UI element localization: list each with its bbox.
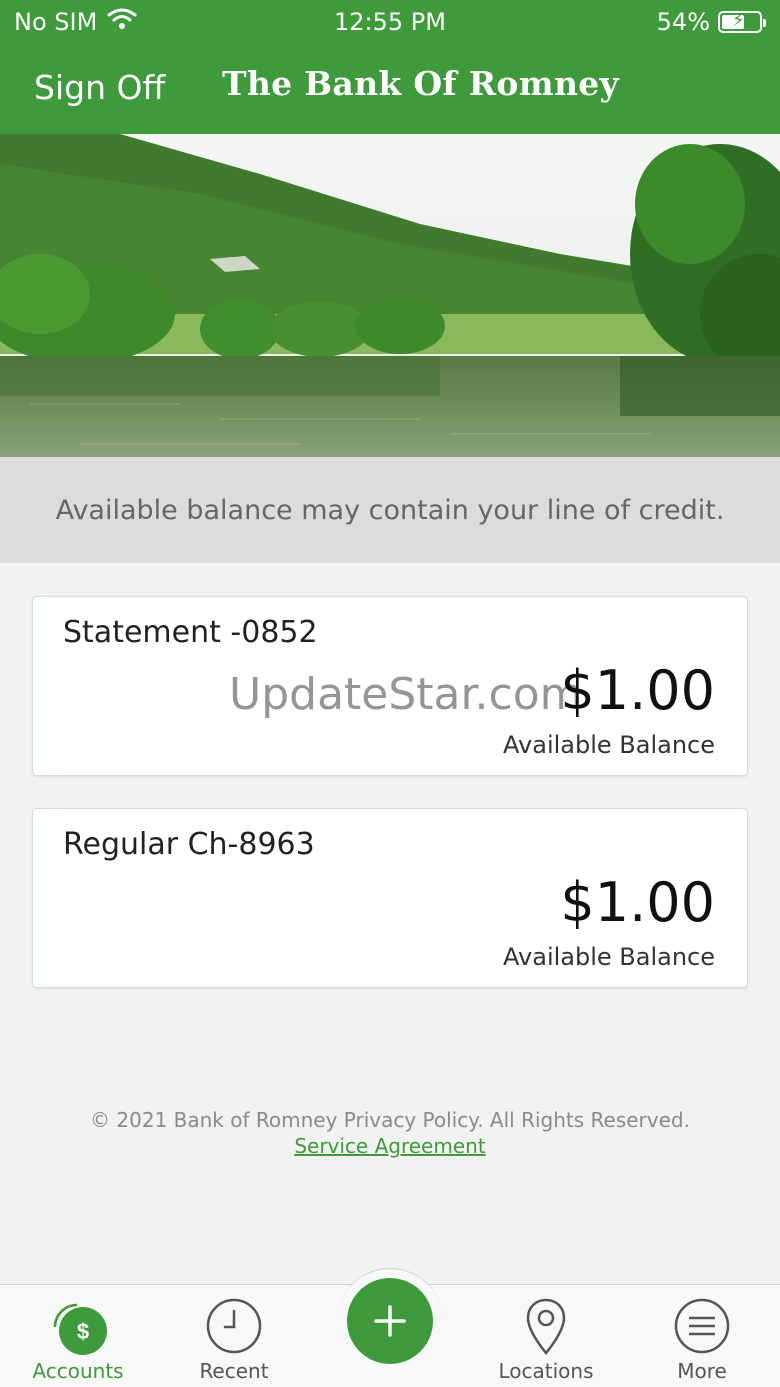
tab-locations[interactable]: Locations	[468, 1285, 624, 1387]
add-button[interactable]	[347, 1278, 433, 1364]
balance-notice: Available balance may contain your line …	[0, 457, 780, 563]
tab-recent[interactable]: Recent	[156, 1285, 312, 1387]
copyright-text: © 2021 Bank of Romney Privacy Policy. Al…	[90, 1108, 690, 1132]
plus-icon	[347, 1305, 433, 1368]
battery-icon: ⚡	[718, 10, 766, 33]
tab-label: More	[677, 1359, 727, 1383]
account-card-statement[interactable]: Statement -0852 UpdateStar.com $1.00 Ava…	[32, 596, 748, 776]
tab-accounts[interactable]: $ Accounts	[0, 1285, 156, 1387]
hero-landscape-image	[0, 134, 780, 457]
sign-off-button[interactable]: Sign Off	[34, 68, 165, 107]
dollar-icon: $	[47, 1297, 109, 1363]
available-balance-label: Available Balance	[503, 731, 715, 759]
watermark-text: UpdateStar.com	[229, 669, 583, 720]
account-name: Statement -0852	[63, 615, 318, 650]
tab-more[interactable]: More	[624, 1285, 780, 1387]
menu-icon	[673, 1297, 731, 1359]
tab-label: Recent	[199, 1359, 269, 1383]
location-pin-icon	[524, 1297, 568, 1361]
account-balance: $1.00	[560, 871, 715, 934]
battery-percent: 54%	[656, 8, 710, 36]
svg-text:$: $	[77, 1319, 89, 1344]
service-agreement-link[interactable]: Service Agreement	[0, 1134, 780, 1158]
bank-logo: The Bank Of Romney	[222, 64, 620, 103]
account-name: Regular Ch-8963	[63, 827, 315, 862]
clock-icon	[205, 1297, 263, 1359]
app-header: No SIM 12:55 PM 54% ⚡ Sign Off The Bank …	[0, 0, 780, 134]
account-card-regular[interactable]: Regular Ch-8963 $1.00 Available Balance	[32, 808, 748, 988]
tab-label: Locations	[498, 1359, 594, 1383]
tab-label: Accounts	[32, 1359, 124, 1383]
account-balance: $1.00	[560, 659, 715, 722]
status-bar: No SIM 12:55 PM 54% ⚡	[0, 0, 780, 44]
available-balance-label: Available Balance	[503, 943, 715, 971]
